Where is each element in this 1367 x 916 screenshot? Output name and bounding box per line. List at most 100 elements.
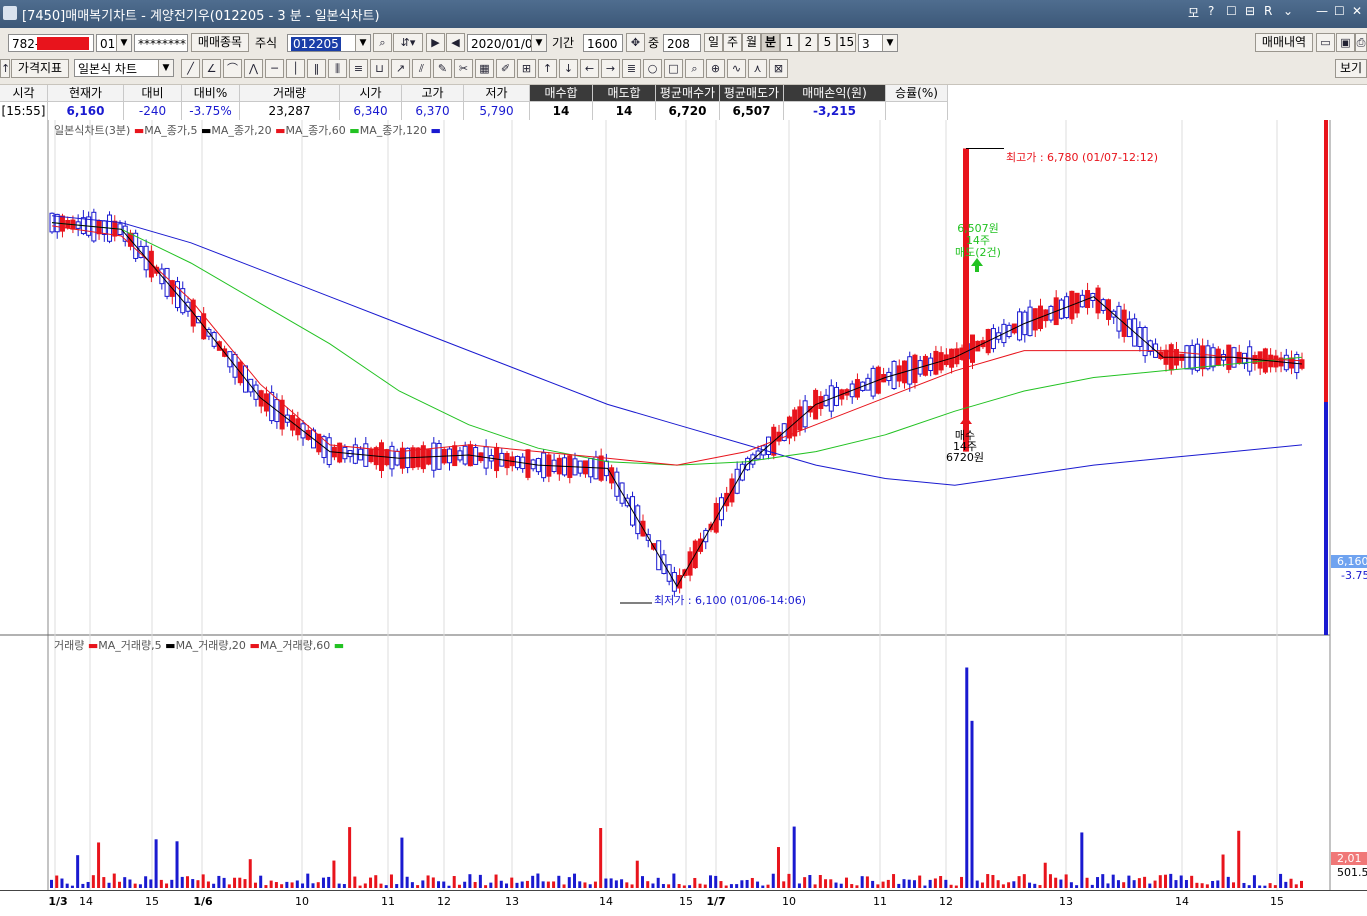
chevron-down-icon[interactable]: ⌄: [1283, 4, 1293, 18]
unit-week-button[interactable]: 주: [723, 33, 742, 52]
date-input[interactable]: 2020/01/08 ▼: [467, 34, 547, 52]
save-icon[interactable]: ▣: [1336, 33, 1355, 52]
volume-bar: [374, 875, 378, 888]
drawing-tool-28-icon[interactable]: ⋏: [748, 59, 767, 78]
volume-bar: [1064, 874, 1068, 888]
drawing-tool-27-icon[interactable]: ∿: [727, 59, 746, 78]
volume-bar: [410, 882, 414, 888]
window-mode-icon[interactable]: ☐: [1226, 4, 1237, 18]
volume-bar: [175, 841, 179, 888]
refresh-icon[interactable]: R: [1264, 4, 1272, 18]
volume-bar: [55, 875, 59, 888]
minute-2-button[interactable]: 2: [799, 33, 818, 52]
drawing-tool-18-icon[interactable]: ↑: [538, 59, 557, 78]
maximize-button[interactable]: ☐: [1334, 4, 1345, 18]
volume-bar: [274, 882, 278, 888]
drawing-tool-26-icon[interactable]: ⊕: [706, 59, 725, 78]
volume-bar: [1205, 884, 1209, 888]
volume-bar: [588, 884, 592, 888]
volume-bar: [646, 881, 650, 888]
drawing-tool-25-icon[interactable]: ⌕: [685, 59, 704, 78]
volume-bar: [1122, 882, 1126, 888]
account-input[interactable]: 782-: [8, 34, 94, 52]
volume-bar: [860, 876, 864, 888]
drawing-tool-12-icon[interactable]: ⫽: [412, 59, 431, 78]
drawing-tool-8-icon[interactable]: ⫼: [328, 59, 347, 78]
drawing-tool-2-icon[interactable]: ∠: [202, 59, 221, 78]
drawing-tool-24-icon[interactable]: □: [664, 59, 683, 78]
minute-15-button[interactable]: 15: [837, 33, 856, 52]
play-icon[interactable]: ▶: [426, 33, 445, 52]
volume-bar: [1216, 880, 1220, 888]
drawing-tool-15-icon[interactable]: ▦: [475, 59, 494, 78]
view-button[interactable]: 보기: [1335, 59, 1367, 78]
volume-bar: [939, 876, 943, 888]
drawing-tool-6-icon[interactable]: │: [286, 59, 305, 78]
middle-input[interactable]: 208: [663, 34, 701, 52]
volume-bar: [834, 882, 838, 888]
unit-month-button[interactable]: 월: [742, 33, 761, 52]
chart-area[interactable]: [0, 120, 1367, 890]
drawing-tool-9-icon[interactable]: ≡: [349, 59, 368, 78]
unit-minute-button[interactable]: 분: [761, 33, 780, 52]
volume-bar: [489, 882, 493, 888]
arrow-up-icon[interactable]: ↑: [0, 59, 10, 78]
drawing-tool-21-icon[interactable]: →: [601, 59, 620, 78]
folder-icon[interactable]: ▭: [1316, 33, 1335, 52]
drawing-tool-5-icon[interactable]: ─: [265, 59, 284, 78]
sort-icon[interactable]: ⇵▾: [393, 33, 423, 52]
password-field[interactable]: ********: [134, 34, 188, 52]
help-control-icon[interactable]: 모: [1188, 4, 1199, 21]
drawing-tool-19-icon[interactable]: ↓: [559, 59, 578, 78]
prev-icon[interactable]: ◀: [446, 33, 465, 52]
volume-bar: [1174, 880, 1178, 888]
volume-bar: [348, 827, 352, 888]
zoom-toggle-icon[interactable]: ✥: [626, 33, 645, 52]
volume-legend-title: 거래량: [54, 639, 85, 652]
minute-1-button[interactable]: 1: [780, 33, 799, 52]
chevron-down-icon: ▼: [355, 35, 370, 51]
account-sub-select[interactable]: 01 ▼: [96, 34, 132, 52]
drawing-tool-17-icon[interactable]: ⊞: [517, 59, 536, 78]
drawing-tool-20-icon[interactable]: ←: [580, 59, 599, 78]
trade-history-button[interactable]: 매매내역: [1255, 33, 1313, 52]
scale-bar-blue: [1324, 402, 1328, 635]
search-icon[interactable]: ⌕: [373, 33, 392, 52]
drawing-tool-7-icon[interactable]: ‖: [307, 59, 326, 78]
drawing-tool-1-icon[interactable]: ╱: [181, 59, 200, 78]
minute-select[interactable]: 3 ▼: [858, 34, 898, 52]
volume-bar: [656, 877, 660, 888]
trade-items-button[interactable]: 매매종목: [191, 33, 249, 52]
print-icon[interactable]: ⎙: [1355, 33, 1367, 52]
volume-bar: [531, 875, 535, 888]
drawing-tool-11-icon[interactable]: ↗: [391, 59, 410, 78]
minute-5-button[interactable]: 5: [818, 33, 837, 52]
volume-bar: [1116, 880, 1120, 888]
price-indicator-button[interactable]: 가격지표: [11, 59, 69, 78]
drawing-tool-13-icon[interactable]: ✎: [433, 59, 452, 78]
stock-code-input[interactable]: 012205 ▼: [287, 34, 371, 52]
change-tag: -3.75: [1341, 569, 1367, 582]
volume-bar: [1200, 883, 1204, 888]
drawing-tool-14-icon[interactable]: ✂: [454, 59, 473, 78]
volume-bar: [369, 877, 373, 888]
drawing-tool-29-icon[interactable]: ⊠: [769, 59, 788, 78]
drawing-tool-23-icon[interactable]: ○: [643, 59, 662, 78]
time-axis-label-7: 13: [505, 895, 519, 908]
minimize-button[interactable]: —: [1316, 4, 1328, 18]
period-input[interactable]: 1600: [583, 34, 623, 52]
drawing-tool-16-icon[interactable]: ✐: [496, 59, 515, 78]
drawing-tool-3-icon[interactable]: ⌒: [223, 59, 242, 78]
question-icon[interactable]: ?: [1208, 4, 1214, 18]
drawing-tool-4-icon[interactable]: ⋀: [244, 59, 263, 78]
drawing-tool-22-icon[interactable]: ≣: [622, 59, 641, 78]
split-icon[interactable]: ⊟: [1245, 4, 1255, 18]
info-value-13: [886, 102, 948, 120]
unit-day-button[interactable]: 일: [704, 33, 723, 52]
volume-bar: [91, 875, 95, 888]
volume-bar: [1190, 875, 1194, 888]
drawing-tool-10-icon[interactable]: ⊔: [370, 59, 389, 78]
volume-bar: [1022, 874, 1026, 888]
chart-type-select[interactable]: 일본식 차트 ▼: [74, 59, 174, 77]
close-button[interactable]: ✕: [1352, 4, 1362, 18]
